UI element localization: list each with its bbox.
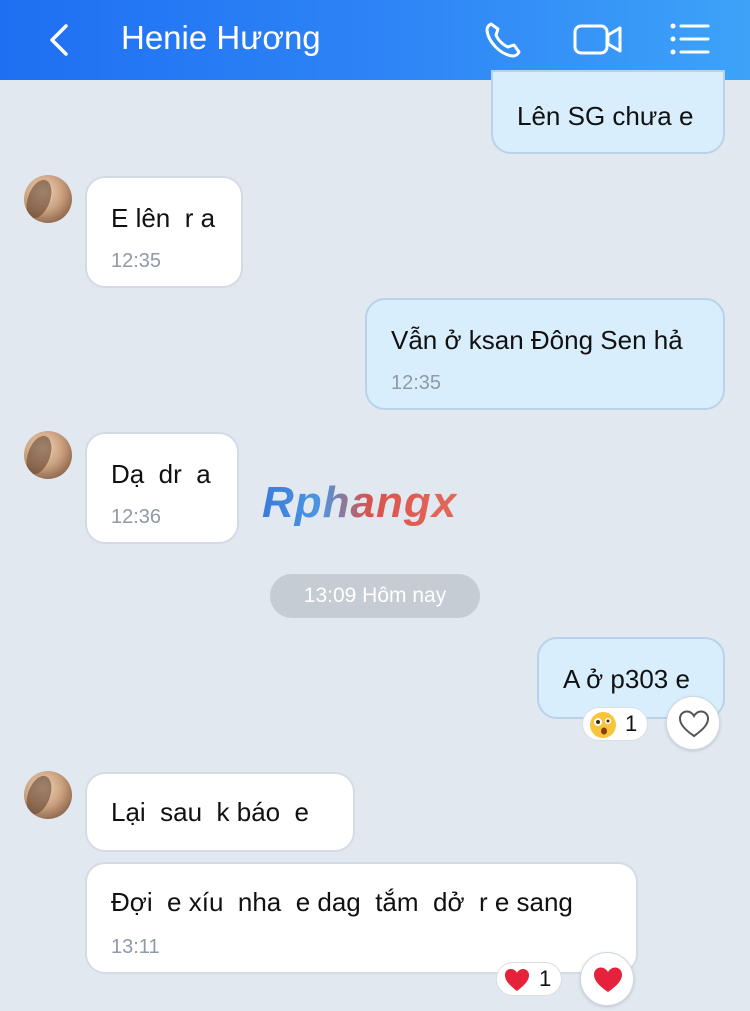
avatar[interactable] (24, 771, 72, 819)
contact-name[interactable]: Henie Hương (121, 18, 321, 58)
message-text: Vẫn ở ksan Đông Sen hả (391, 325, 683, 355)
message-bubble-outgoing[interactable]: Lên SG chưa e (491, 70, 725, 154)
message-text: Lại sau k báo e (111, 797, 310, 827)
chevron-left-icon[interactable] (40, 20, 80, 60)
heart-react-button[interactable] (580, 952, 634, 1006)
phone-icon[interactable] (481, 16, 527, 62)
reaction-summary[interactable]: 1 (496, 962, 563, 996)
message-time: 13:11 (111, 936, 160, 958)
message-bubble-incoming[interactable]: Dạ dr a 12:36 (85, 432, 239, 544)
heart-outline-icon (678, 710, 710, 738)
reaction-count: 1 (625, 711, 638, 736)
video-camera-icon[interactable] (572, 16, 624, 62)
message-bubble-incoming[interactable]: Lại sau k báo e (85, 772, 355, 852)
message-bubble-incoming[interactable]: E lên r a 12:35 (85, 176, 243, 288)
message-time: 12:35 (111, 250, 162, 272)
message-text: Dạ dr a (111, 459, 211, 489)
avatar[interactable] (24, 431, 72, 479)
reaction-summary[interactable]: 1 (582, 707, 649, 741)
message-text: E lên r a (111, 203, 216, 233)
message-bubble-outgoing[interactable]: Vẫn ở ksan Đông Sen hả 12:35 (365, 298, 725, 410)
message-bubble-incoming[interactable]: Đợi e xíu nha e dag tắm dở r e sang 13:1… (85, 862, 638, 974)
surprised-face-icon (590, 712, 616, 738)
message-text: Đợi e xíu nha e dag tắm dở r e sang (111, 887, 573, 917)
reaction-count: 1 (539, 966, 552, 991)
message-text: Lên SG chưa e (517, 101, 694, 131)
red-heart-icon (594, 967, 622, 992)
message-text: A ở p303 e (563, 664, 690, 694)
watermark-logo: Rphangx (262, 478, 458, 527)
message-time: 12:35 (391, 372, 442, 394)
list-menu-icon[interactable] (666, 16, 712, 62)
message-time: 12:36 (111, 506, 162, 528)
heart-react-button[interactable] (666, 696, 720, 750)
red-heart-icon (505, 969, 529, 991)
date-divider: 13:09 Hôm nay (270, 574, 480, 618)
avatar[interactable] (24, 175, 72, 223)
chat-header: Henie Hương (0, 0, 750, 80)
